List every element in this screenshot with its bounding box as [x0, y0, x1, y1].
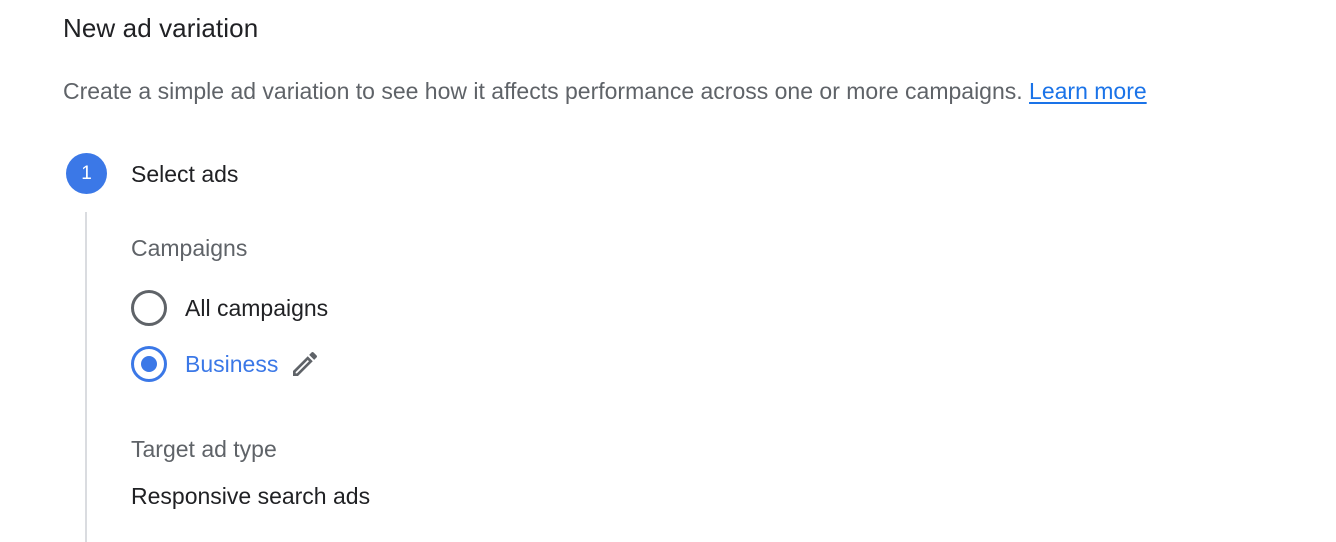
radio-checked-icon[interactable] [131, 346, 167, 382]
radio-unchecked-icon[interactable] [131, 290, 167, 326]
pencil-edit-icon[interactable] [288, 347, 322, 381]
radio-label-business: Business [185, 351, 279, 377]
target-ad-type-label: Target ad type [131, 436, 277, 462]
page-title: New ad variation [63, 13, 259, 43]
step-title: Select ads [131, 161, 239, 187]
step-connector-line [85, 212, 87, 542]
campaigns-label: Campaigns [131, 235, 248, 261]
radio-business[interactable]: Business [131, 344, 322, 384]
target-ad-type-value: Responsive search ads [131, 483, 371, 509]
radio-all-campaigns[interactable]: All campaigns [131, 288, 328, 328]
page-description: Create a simple ad variation to see how … [63, 74, 1147, 108]
step-number-badge: 1 [66, 153, 107, 194]
new-ad-variation-page: New ad variation Create a simple ad vari… [0, 0, 1336, 542]
description-text: Create a simple ad variation to see how … [63, 78, 1030, 104]
radio-label-all-campaigns: All campaigns [185, 295, 329, 321]
learn-more-link[interactable]: Learn more [1029, 78, 1147, 104]
